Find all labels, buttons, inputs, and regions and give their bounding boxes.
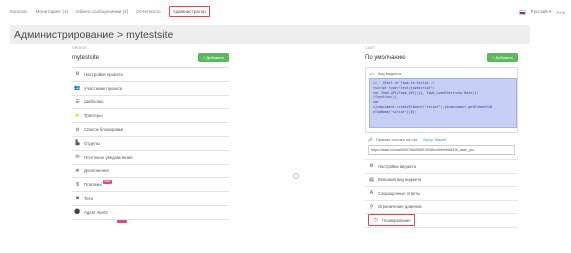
shortcut-icon: A — [369, 190, 374, 197]
language-select[interactable]: Русский ▾ — [531, 9, 552, 15]
menu-widget-appearance[interactable]: ▤ Внешний вид виджета — [365, 174, 518, 187]
site-name[interactable]: По умолчанию — [365, 55, 406, 61]
top-nav: Консоль Мониторинг (1) Обмен сообщениями… — [10, 5, 210, 17]
addons-icon: ⛯ — [75, 167, 80, 174]
menu-label: Участники проекта — [84, 85, 123, 91]
menu-templates[interactable]: ☰ Шаблоны — [72, 96, 229, 110]
menu-label: Отделы — [84, 140, 100, 146]
menu-label: Теги — [84, 196, 93, 202]
widget-code-header: </> Код виджета — [369, 71, 514, 76]
direct-link-url-field[interactable]: https://tawk.to/chat/59478a0f36ff13f3dfb… — [368, 145, 515, 155]
new-badge-partial — [117, 220, 127, 223]
menu-label: Настройки проекта — [84, 71, 123, 77]
domain-icon: ⚲ — [369, 203, 374, 210]
templates-icon: ☰ — [75, 98, 80, 105]
gear-icon: ⚙ — [369, 163, 374, 170]
nav-reporting[interactable]: Отчетность — [136, 9, 160, 14]
menu-label: Триггеры — [84, 113, 103, 119]
widget-code-title: Код виджета — [377, 71, 402, 76]
nav-monitoring[interactable]: Мониторинг (1) — [36, 9, 68, 14]
flag-icon — [518, 9, 526, 15]
departments-icon: ▙ — [75, 140, 80, 147]
site-row: По умолчанию + Добавить — [365, 53, 518, 62]
project-row: mytestsite + Добавить — [72, 53, 229, 62]
project-name[interactable]: mytestsite — [72, 55, 99, 61]
menu-label: Agent Alerts — [84, 209, 108, 215]
menu-project-members[interactable]: 👥 Участники проекта — [72, 82, 229, 96]
menu-label: Список блокировки — [84, 127, 124, 133]
direct-link-header: 🔗 Прямая ссылка на чат Смотр. Вашей — [368, 137, 515, 142]
widget-icon: ▤ — [369, 176, 374, 183]
project-menu: ⚙ Настройки проекта 👥 Участники проекта ☰ Ш… — [72, 67, 229, 220]
menu-addons[interactable]: ⛯ Дополнения — [72, 165, 229, 179]
code-line: yTagName("script")[0]; — [373, 109, 417, 114]
direct-link-example[interactable]: Смотр. Вашей — [422, 138, 446, 142]
widget-code-block: </> Код виджета <!-- Start of Tawk.to Sc… — [365, 67, 518, 133]
users-icon: 👥 — [74, 85, 81, 92]
direct-link-block: 🔗 Прямая ссылка на чат Смотр. Вашей http… — [365, 133, 518, 160]
menu-block-list[interactable]: ⊘ Список блокировки — [72, 123, 229, 137]
code-line: s1=document.createElement("script"),s0=d… — [373, 104, 493, 109]
menu-departments[interactable]: ▙ Отделы — [72, 137, 229, 151]
menu-label: Шаблоны — [84, 99, 104, 105]
trigger-icon: ⚡ — [74, 112, 81, 119]
top-right: Русский ▾ A cs — [518, 9, 565, 15]
menu-label: Ограничение доменов — [378, 204, 422, 210]
site-caption: САЙТ — [365, 46, 376, 50]
column-divider-handle[interactable] — [293, 173, 299, 179]
user-menu[interactable]: A cs — [556, 10, 565, 15]
nav-console[interactable]: Консоль — [10, 9, 28, 14]
block-icon: ⊘ — [75, 126, 80, 133]
menu-shortcuts[interactable]: A Сокращенные ответы — [365, 187, 518, 201]
gear-icon: ⚙ — [75, 71, 80, 78]
link-icon: 🔗 — [368, 137, 373, 142]
menu-triggers[interactable]: ⚡ Триггеры — [72, 109, 229, 124]
menu-payments[interactable]: $ Платежи NEW — [72, 178, 229, 193]
new-badge: NEW — [102, 179, 112, 184]
add-project-button[interactable]: + Добавить — [197, 53, 229, 62]
page-title: Администрирование > mytestsite — [10, 25, 530, 44]
menu-label: Планирование — [382, 217, 411, 223]
clock-icon: ◷ — [373, 217, 378, 224]
code-icon: </> — [369, 71, 375, 76]
menu-domain-restriction[interactable]: ⚲ Ограничение доменов — [365, 201, 518, 214]
menu-tags[interactable]: ⚑ Теги — [72, 192, 229, 206]
nav-messaging[interactable]: Обмен сообщениями (2) — [76, 9, 128, 14]
dollar-icon: $ — [76, 181, 79, 188]
menu-mail-notifications[interactable]: ✉ Почтовые уведомления — [72, 151, 229, 165]
widget-menu: ⚙ Настройки виджета ▤ Внешний вид виджета … — [365, 160, 518, 228]
menu-label: Сокращенные ответы — [378, 190, 421, 196]
menu-label: Дополнения — [84, 168, 109, 174]
menu-label: Почтовые уведомления — [84, 154, 133, 160]
agent-icon: ⚫ — [74, 209, 81, 216]
menu-label: Платежи — [84, 182, 102, 188]
menu-planning[interactable]: ◷ Планирование — [365, 214, 518, 228]
menu-agent-alerts[interactable]: ⚫ Agent Alerts — [72, 206, 229, 220]
site-column: САЙТ По умолчанию + Добавить </> Код вид… — [365, 46, 518, 228]
planning-highlight[interactable]: ◷ Планирование — [368, 214, 415, 227]
menu-project-settings[interactable]: ⚙ Настройки проекта — [72, 68, 229, 82]
menu-label: Внешний вид виджета — [378, 177, 422, 183]
tags-icon: ⚑ — [75, 195, 80, 202]
menu-label: Настройки виджета — [378, 163, 416, 169]
menu-widget-settings[interactable]: ⚙ Настройки виджета — [365, 160, 518, 174]
add-site-button[interactable]: + Добавить — [486, 53, 518, 62]
project-column: ПРОЕКТ mytestsite + Добавить ⚙ Настройки … — [72, 46, 229, 220]
mail-icon: ✉ — [75, 154, 80, 161]
top-bar: Консоль Мониторинг (1) Обмен сообщениями… — [0, 0, 571, 22]
direct-link-label: Прямая ссылка на чат — [375, 137, 418, 142]
widget-code-textarea[interactable]: <!-- Start of Tawk.to Script--> <script … — [369, 78, 517, 128]
project-caption: ПРОЕКТ — [72, 46, 88, 50]
nav-administrator[interactable]: Администратор — [168, 5, 210, 17]
